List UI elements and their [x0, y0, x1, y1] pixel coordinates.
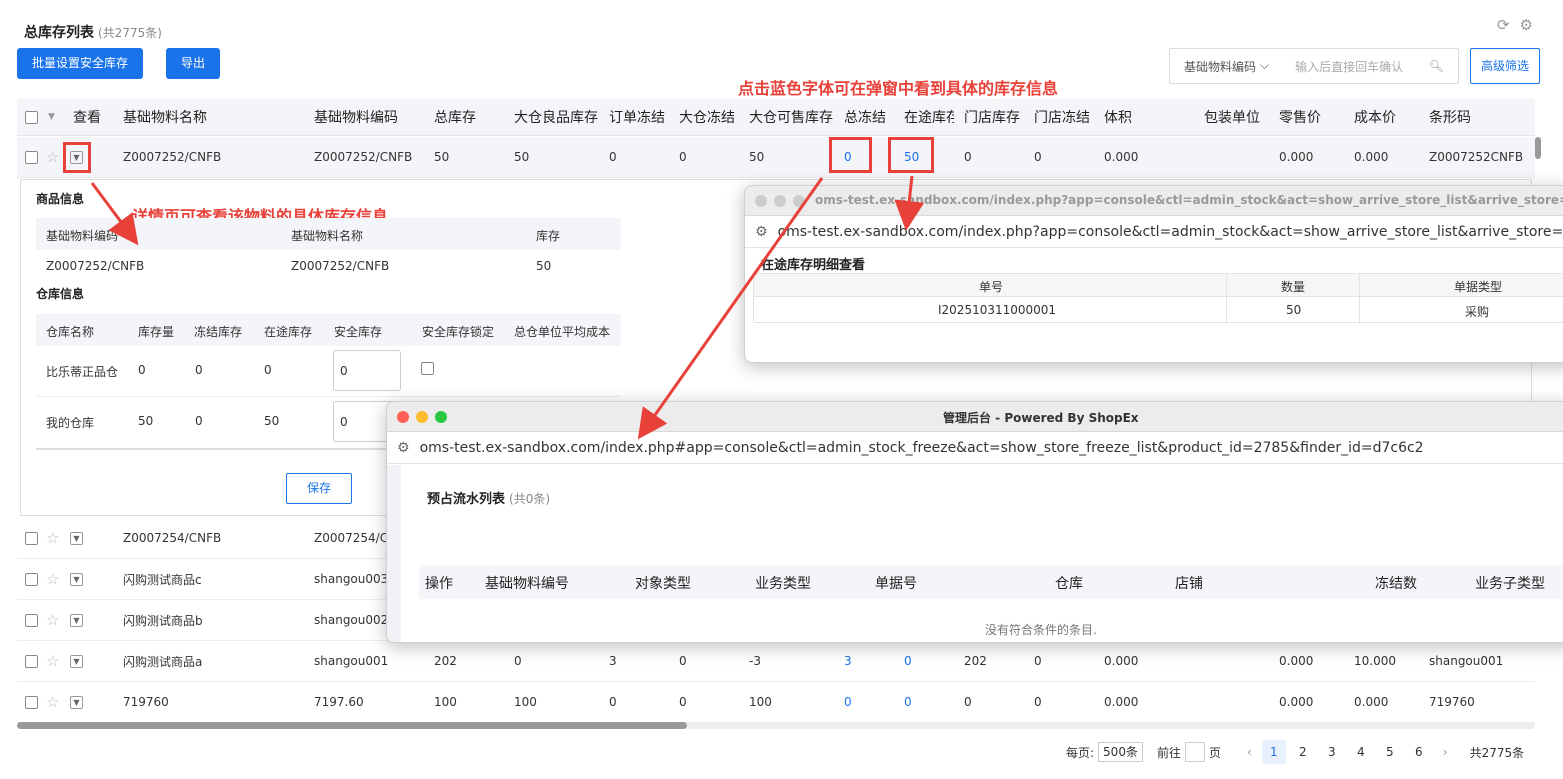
arrow-detail [90, 182, 139, 246]
goto-label: 前往 [1156, 745, 1181, 760]
goto-input[interactable] [1184, 742, 1205, 762]
per-page-label: 每页: [1066, 745, 1095, 760]
page-4[interactable]: 4 [1349, 745, 1373, 759]
page-1[interactable]: 1 [1261, 740, 1286, 764]
vertical-scrollbar[interactable] [1535, 137, 1541, 159]
page-5[interactable]: 5 [1378, 745, 1402, 759]
page-2[interactable]: 2 [1291, 745, 1315, 759]
arrow-transit [894, 175, 925, 231]
total-count: 共2775条 [1469, 745, 1525, 760]
page-6[interactable]: 6 [1407, 745, 1431, 759]
page-3[interactable]: 3 [1320, 745, 1344, 759]
horizontal-scrollbar[interactable] [17, 722, 1535, 729]
pagination: 每页: 500条 前往 页 ‹ 1 2 3 4 5 6 › 共2775条 [1066, 740, 1524, 764]
page-unit-label: 页 [1208, 745, 1221, 760]
page-size-select[interactable]: 500条 [1098, 742, 1143, 762]
arrow-freeze [637, 177, 824, 440]
prev-page-icon[interactable]: ‹ [1247, 745, 1252, 759]
next-page-icon[interactable]: › [1443, 745, 1448, 759]
annotation-arrows [90, 175, 925, 440]
